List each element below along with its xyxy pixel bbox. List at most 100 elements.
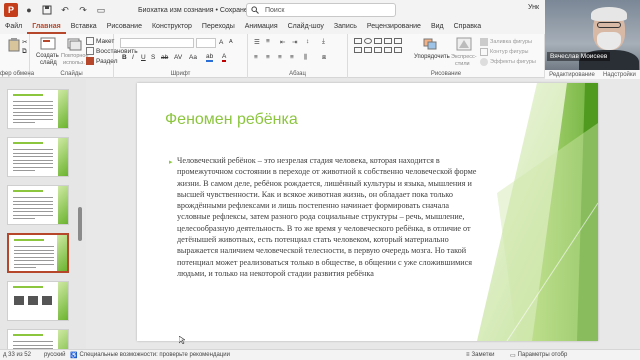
tab-2[interactable]: Вставка — [66, 20, 102, 34]
quick-styles-icon[interactable] — [456, 37, 472, 51]
quick-styles-button[interactable]: Экспресс- — [451, 54, 477, 60]
tab-3[interactable]: Рисование — [102, 20, 147, 34]
tab-4[interactable]: Конструктор — [147, 20, 197, 34]
font-size-field[interactable] — [196, 38, 216, 48]
align-center-icon[interactable]: ≡ — [266, 54, 270, 61]
highlight-icon[interactable]: ab — [206, 53, 214, 62]
display-settings-button[interactable]: ▭ Параметры отобр — [510, 352, 567, 359]
italic-icon[interactable]: I — [132, 54, 134, 61]
tab-10[interactable]: Вид — [426, 20, 449, 34]
bold-icon[interactable]: B — [122, 54, 127, 61]
strikethrough-icon[interactable]: ab — [161, 54, 168, 61]
shapes-gallery[interactable] — [354, 38, 406, 66]
slide-thumbnail-row[interactable] — [0, 281, 86, 325]
case-icon[interactable]: Aa — [189, 54, 197, 61]
tab-9[interactable]: Рецензирование — [362, 20, 426, 34]
slide-thumbnail[interactable] — [7, 185, 69, 225]
slide-thumbnail[interactable] — [7, 89, 69, 129]
account-name[interactable]: Унк — [528, 4, 539, 11]
font-name-field[interactable] — [120, 38, 194, 48]
slide-thumbnail-selected[interactable] — [7, 233, 69, 273]
slide-body-text[interactable]: Человеческий ребёнок – это незрелая стад… — [177, 155, 477, 279]
callout-shape-icon[interactable] — [384, 47, 392, 53]
slide-editor-canvas[interactable]: Феномен ребёнка ▸ Человеческий ребёнок –… — [86, 79, 640, 349]
font-color-icon[interactable]: A — [222, 53, 227, 62]
star-shape-icon[interactable] — [374, 47, 382, 53]
tab-8[interactable]: Запись — [329, 20, 362, 34]
tab-1[interactable]: Главная — [27, 20, 66, 34]
align-left-icon[interactable]: ≡ — [254, 54, 258, 61]
decrease-font-icon[interactable]: A — [229, 39, 233, 45]
section-icon — [86, 57, 94, 65]
shape-outline-button[interactable]: Контур фигуры — [480, 48, 528, 56]
indent-increase-icon[interactable]: ⇥ — [292, 38, 297, 46]
text-direction-icon[interactable]: ⤓ — [322, 38, 325, 46]
textbox-shape-icon[interactable] — [354, 47, 362, 53]
cut-icon[interactable]: ✂ — [22, 38, 27, 46]
line-shape-icon[interactable] — [374, 38, 382, 44]
thumbnail-title — [14, 239, 44, 241]
current-slide[interactable]: Феномен ребёнка ▸ Человеческий ребёнок –… — [137, 83, 598, 341]
oval-shape-icon[interactable] — [364, 38, 372, 44]
spacing-icon[interactable]: AV — [174, 54, 182, 61]
justify-icon[interactable]: ≡ — [290, 54, 294, 61]
present-icon[interactable]: ▭ — [94, 3, 108, 17]
reuse-slides-button[interactable]: Повторное — [61, 53, 89, 59]
accessibility-icon: ♿ — [70, 352, 78, 359]
increase-font-icon[interactable]: A — [219, 39, 223, 46]
tab-0[interactable]: Файл — [0, 20, 27, 34]
language-indicator[interactable]: русский — [44, 352, 66, 358]
arrange-button[interactable]: Упорядочить — [414, 54, 450, 60]
slide-thumbnail-row[interactable] — [0, 137, 86, 181]
indent-decrease-icon[interactable]: ⇤ — [280, 38, 285, 46]
slide-thumbnail-row[interactable] — [0, 185, 86, 229]
brace-shape-icon[interactable] — [394, 47, 402, 53]
search-input[interactable]: Поиск — [246, 3, 396, 17]
section-button[interactable]: Раздел — [86, 57, 117, 65]
slide-thumbnail-row[interactable] — [0, 329, 86, 349]
autosave-icon[interactable]: ● — [22, 3, 36, 17]
numbering-icon[interactable]: ≡ — [266, 38, 270, 45]
new-slide-icon[interactable] — [40, 37, 56, 51]
columns-icon[interactable]: ⫼ — [304, 54, 307, 62]
tab-5[interactable]: Переходы — [197, 20, 240, 34]
slide-thumbnail-row[interactable] — [0, 233, 86, 277]
arrow-shape-icon[interactable] — [384, 38, 392, 44]
accessibility-status[interactable]: ♿ Специальные возможности: проверьте рек… — [70, 352, 230, 359]
align-right-icon[interactable]: ≡ — [278, 54, 282, 61]
tab-6[interactable]: Анимация — [240, 20, 283, 34]
copy-icon[interactable]: ⧉ — [22, 48, 27, 56]
layout-button[interactable]: Макет — [86, 37, 114, 45]
tab-7[interactable]: Слайд-шоу — [283, 20, 329, 34]
rectangle-shape-icon[interactable] — [354, 38, 362, 44]
undo-icon[interactable]: ↶ — [58, 3, 72, 17]
thumbnail-green-band — [58, 90, 68, 128]
smartart-icon[interactable]: ⧈ — [322, 54, 326, 62]
arrange-icon[interactable] — [422, 37, 438, 51]
slide-thumbnail-pane[interactable] — [0, 79, 86, 349]
new-slide-button[interactable]: Создать — [36, 53, 59, 59]
bullets-icon[interactable]: ☰ — [254, 38, 260, 46]
rounded-rect-shape-icon[interactable] — [364, 47, 372, 53]
reuse-slides-icon[interactable] — [66, 37, 82, 51]
shape-effects-button[interactable]: Эффекты фигуры — [480, 58, 536, 66]
shape-fill-button[interactable]: Заливка фигуры — [480, 38, 532, 46]
slide-thumbnail[interactable] — [7, 281, 69, 321]
line-spacing-icon[interactable]: ↕ — [306, 38, 309, 45]
notes-button[interactable]: ≡ Заметки — [466, 352, 494, 358]
slide-thumbnail[interactable] — [7, 329, 69, 349]
shadow-icon[interactable]: S — [151, 54, 155, 61]
thumbnail-scrollbar[interactable] — [78, 207, 82, 241]
thumbnail-text-line — [13, 149, 53, 150]
save-icon[interactable] — [40, 3, 54, 17]
reset-icon — [86, 47, 94, 55]
tab-11[interactable]: Справка — [449, 20, 486, 34]
triangle-shape-icon[interactable] — [394, 38, 402, 44]
slide-thumbnail-row[interactable] — [0, 89, 86, 133]
paste-icon[interactable] — [6, 38, 22, 52]
redo-icon[interactable]: ↷ — [76, 3, 90, 17]
shape-outline-icon — [480, 48, 488, 56]
slide-thumbnail[interactable] — [7, 137, 69, 177]
slide-title[interactable]: Феномен ребёнка — [165, 111, 298, 129]
underline-icon[interactable]: U — [141, 54, 146, 61]
